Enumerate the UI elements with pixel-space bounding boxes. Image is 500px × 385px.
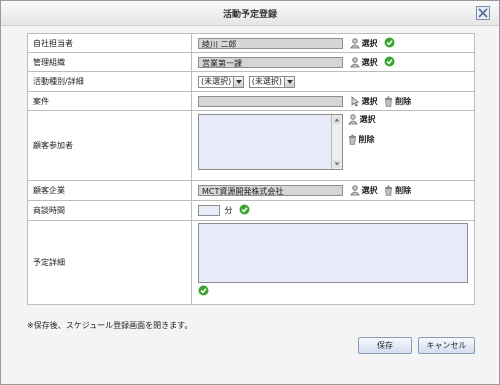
participants-delete-label: 削除: [358, 135, 375, 144]
chevron-down-icon: [233, 76, 244, 87]
value-participants-cell: 選択 削除: [191, 110, 475, 181]
company-delete-label: 削除: [395, 186, 412, 195]
row-org: 管理組織 営業第一課 選択: [27, 52, 475, 72]
footer-note: ※保存後、スケジュール登録画面を閉きます。: [27, 321, 193, 330]
value-project-cell: 選択 削除: [191, 91, 475, 111]
value-staff-cell: 綾川 二郎 選択: [191, 33, 475, 53]
details-textarea[interactable]: [198, 223, 468, 283]
person-icon: [349, 185, 360, 196]
staff-field: 綾川 二郎: [198, 37, 343, 49]
org-field: 営業第一課: [198, 56, 343, 68]
value-company-cell: MCT資源開発株式会社 選択 削除: [191, 180, 475, 201]
person-icon: [349, 37, 360, 48]
company-field: MCT資源開発株式会社: [198, 185, 343, 196]
project-field: [198, 95, 343, 107]
trash-icon: [385, 185, 393, 196]
value-duration-cell: 分: [191, 200, 475, 221]
label-company: 顧客企業: [27, 180, 192, 201]
label-project: 案件: [27, 91, 192, 111]
participants-actions: 選択 削除: [347, 114, 376, 154]
duration-unit: 分: [224, 206, 233, 215]
org-select-button[interactable]: 選択: [349, 56, 378, 68]
close-icon[interactable]: [476, 6, 490, 20]
project-select-button[interactable]: 選択: [350, 95, 378, 107]
dialog-title: 活動予定登録: [222, 10, 277, 20]
company-delete-button[interactable]: 削除: [384, 185, 411, 196]
row-staff: 自社担当者 綾川 二郎 選択: [27, 33, 475, 53]
participants-select-label: 選択: [359, 115, 376, 124]
staff-select-label: 選択: [361, 38, 378, 48]
participants-listbox[interactable]: [198, 114, 343, 170]
scroll-down-icon[interactable]: [333, 160, 341, 168]
row-project: 案件 選択 削除: [27, 91, 475, 111]
title-bar: 活動予定登録: [1, 1, 499, 26]
label-activity: 活動種別/詳細: [27, 71, 192, 92]
company-select-label: 選択: [361, 186, 378, 195]
cancel-button[interactable]: キャンセル: [418, 337, 475, 354]
save-button[interactable]: 保存: [358, 337, 412, 354]
label-staff: 自社担当者: [27, 33, 192, 53]
dialog: 活動予定登録 自社担当者 綾川 二郎 選択 管理組織 営業第一課 選択 活動種別…: [0, 0, 500, 385]
value-details-cell: [191, 220, 475, 305]
participants-delete-button[interactable]: 削除: [348, 134, 376, 145]
label-participants: 顧客参加者: [27, 110, 192, 181]
project-select-label: 選択: [361, 96, 378, 106]
label-details: 予定詳細: [27, 220, 192, 305]
activity-form: 自社担当者 綾川 二郎 選択 管理組織 営業第一課 選択 活動種別/詳細 (未選…: [27, 33, 475, 305]
staff-select-button[interactable]: 選択: [349, 37, 378, 49]
activity-detail-select[interactable]: (未選択): [248, 75, 296, 88]
person-icon: [347, 114, 358, 125]
org-select-label: 選択: [361, 57, 378, 67]
check-icon: [384, 56, 395, 69]
value-org-cell: 営業第一課 選択: [191, 52, 475, 72]
check-icon: [239, 204, 250, 217]
scroll-up-icon[interactable]: [333, 116, 341, 124]
value-activity-cell: (未選択) (未選択): [191, 71, 475, 92]
participants-select-button[interactable]: 選択: [347, 114, 376, 125]
chevron-down-icon: [284, 76, 295, 87]
cursor-icon: [351, 95, 359, 106]
row-duration: 商談時間 分: [27, 200, 475, 221]
activity-type-select[interactable]: (未選択): [198, 75, 245, 88]
activity-detail-value: (未選択): [251, 77, 283, 86]
row-company: 顧客企業 MCT資源開発株式会社 選択 削除: [27, 180, 475, 201]
row-participants: 顧客参加者 選択 削除: [27, 110, 475, 181]
person-icon: [349, 56, 360, 67]
trash-icon: [385, 96, 393, 107]
row-details: 予定詳細: [27, 220, 475, 305]
check-icon: [384, 37, 395, 50]
row-activity: 活動種別/詳細 (未選択) (未選択): [27, 71, 475, 92]
project-delete-label: 削除: [395, 96, 412, 106]
label-duration: 商談時間: [27, 200, 192, 221]
project-delete-button[interactable]: 削除: [384, 96, 411, 107]
check-icon: [198, 285, 474, 298]
listbox-scrollbar[interactable]: [331, 115, 342, 169]
trash-icon: [348, 134, 356, 145]
duration-input[interactable]: [198, 205, 220, 216]
label-org: 管理組織: [27, 52, 192, 72]
activity-type-value: (未選択): [201, 77, 232, 86]
company-select-button[interactable]: 選択: [349, 185, 378, 196]
